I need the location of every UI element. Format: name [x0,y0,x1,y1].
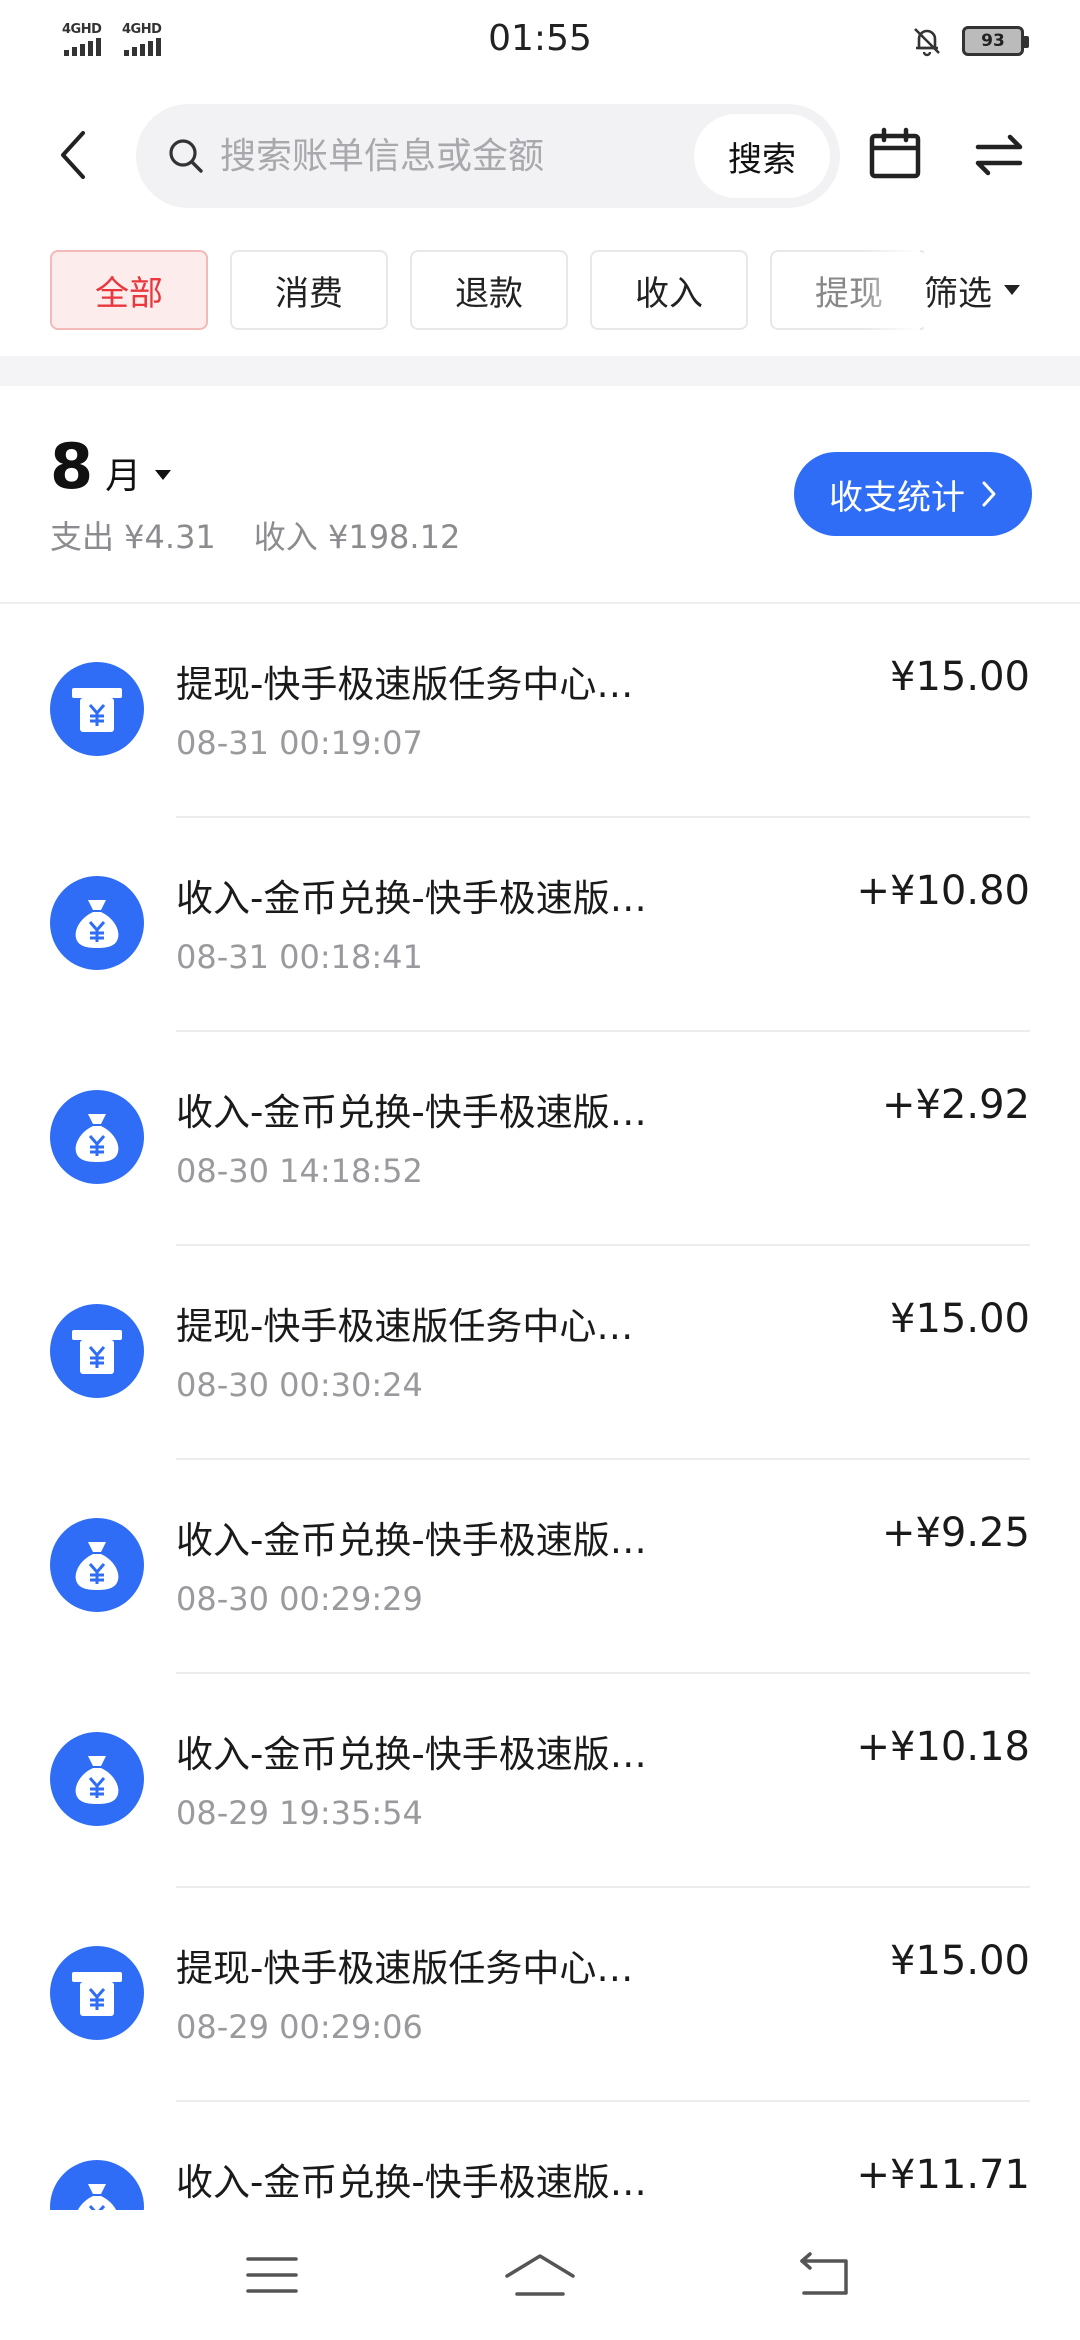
status-bar: 4GHD 4GHD 01:55 93 [0,0,1080,84]
back-nav-icon [800,2252,848,2295]
search-input[interactable] [220,130,600,182]
money-bag-icon [50,1090,144,1184]
filter-chip-refund[interactable]: 退款 [410,250,568,330]
transaction-amount: ¥15.00 [890,654,1030,700]
home-button[interactable] [500,2240,580,2310]
calendar-button[interactable] [866,126,924,184]
switch-button[interactable] [970,126,1028,184]
transaction-time: 08-31 00:18:41 [176,938,423,976]
month-summary: 支出 ¥4.31 收入 ¥198.12 [50,512,460,558]
transaction-time: 08-29 19:35:54 [176,1794,423,1832]
transaction-item[interactable]: 收入-金币兑换-快手极速版… 08-30 00:29:29 +¥9.25 [0,1460,1080,1674]
search-icon [169,139,203,173]
transaction-time: 08-30 00:30:24 [176,1366,423,1404]
atm-withdraw-icon [50,1304,144,1398]
income-total: 收入 ¥198.12 [253,518,461,556]
money-bag-icon [50,1518,144,1612]
section-divider [0,356,1080,386]
transaction-time: 08-31 00:19:07 [176,724,423,762]
transaction-item[interactable]: 提现-快手极速版任务中心… 08-29 00:29:06 ¥15.00 [0,1888,1080,2102]
month-unit: 月 [105,456,142,497]
battery-icon: 93 [962,26,1029,56]
back-icon [61,131,85,179]
transaction-title: 提现-快手极速版任务中心… [176,1947,634,1990]
transaction-item[interactable]: 提现-快手极速版任务中心… 08-31 00:19:07 ¥15.00 [0,604,1080,818]
calendar-icon [869,127,921,179]
month-number: 8 [50,430,94,503]
home-icon [505,2254,575,2296]
atm-withdraw-icon [50,1946,144,2040]
transaction-time: 08-30 00:29:29 [176,1580,423,1618]
transaction-title: 收入-金币兑换-快手极速版… [176,877,647,920]
transaction-list: 提现-快手极速版任务中心… 08-31 00:19:07 ¥15.00 收入-金… [0,604,1080,2316]
menu-icon [246,2257,298,2293]
search-button[interactable]: 搜索 [694,114,830,198]
bell-off-icon [914,28,940,57]
month-selector[interactable]: 8 月 [50,430,172,503]
transaction-amount: +¥9.25 [881,1510,1030,1556]
transaction-amount: +¥10.18 [856,1724,1030,1770]
transaction-title: 提现-快手极速版任务中心… [176,1305,634,1348]
back-nav-button[interactable] [784,2240,864,2310]
switch-icon [975,134,1023,176]
transaction-amount: +¥10.80 [856,868,1030,914]
search-box: 搜索 [136,104,840,208]
transaction-time: 08-29 00:29:06 [176,2008,423,2046]
transaction-amount: +¥11.71 [856,2152,1030,2198]
transaction-title: 提现-快手极速版任务中心… [176,663,634,706]
battery-level: 93 [981,31,1005,51]
menu-button[interactable] [232,2240,312,2310]
transaction-title: 收入-金币兑换-快手极速版… [176,1091,647,1134]
header: 搜索 [0,100,1080,210]
back-button[interactable] [44,120,100,190]
filter-chip-all[interactable]: 全部 [50,250,208,330]
transaction-time: 08-30 14:18:52 [176,1152,423,1190]
filter-chip-income[interactable]: 收入 [590,250,748,330]
status-icons: 93 [910,24,1029,58]
transaction-title: 收入-金币兑换-快手极速版… [176,1519,647,1562]
money-bag-icon [50,876,144,970]
caret-down-icon [155,470,172,480]
transaction-amount: ¥15.00 [890,1938,1030,1984]
filter-dropdown[interactable]: 筛选 [924,250,1064,330]
money-bag-icon [50,1732,144,1826]
filter-bar: 全部 消费 退款 收入 提现 筛选 [0,250,1080,330]
chip-fade-overlay [860,250,920,330]
stats-button-label: 收支统计 [829,477,965,518]
filter-chip-consume[interactable]: 消费 [230,250,388,330]
transaction-title: 收入-金币兑换-快手极速版… [176,1733,647,1776]
chevron-right-icon [982,481,996,507]
transaction-item[interactable]: 提现-快手极速版任务中心… 08-30 00:30:24 ¥15.00 [0,1246,1080,1460]
transaction-amount: ¥15.00 [890,1296,1030,1342]
transaction-item[interactable]: 收入-金币兑换-快手极速版… 08-31 00:18:41 +¥10.80 [0,818,1080,1032]
system-navbar [0,2210,1080,2340]
transaction-amount: +¥2.92 [881,1082,1030,1128]
expense-total: 支出 ¥4.31 [50,518,216,556]
caret-down-icon [1004,285,1020,295]
transaction-item[interactable]: 收入-金币兑换-快手极速版… 08-29 19:35:54 +¥10.18 [0,1674,1080,1888]
stats-button[interactable]: 收支统计 [794,452,1032,536]
transaction-item[interactable]: 收入-金币兑换-快手极速版… 08-30 14:18:52 +¥2.92 [0,1032,1080,1246]
atm-withdraw-icon [50,662,144,756]
transaction-title: 收入-金币兑换-快手极速版… [176,2161,647,2204]
filter-label: 筛选 [924,273,992,314]
